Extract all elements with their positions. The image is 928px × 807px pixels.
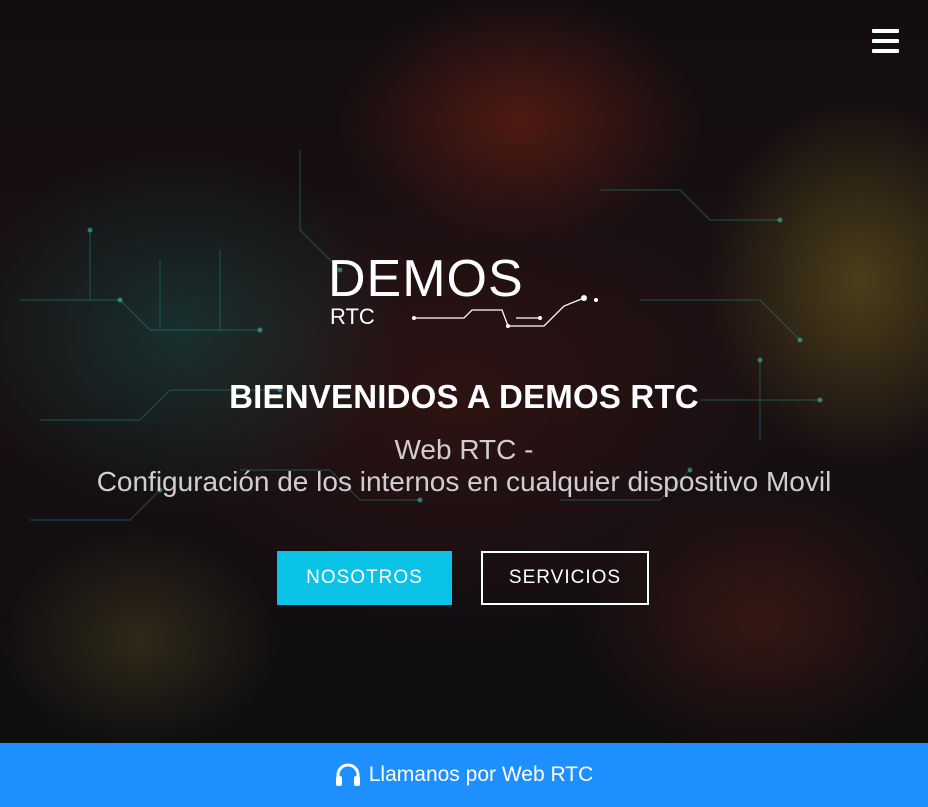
nosotros-button[interactable]: NOSOTROS [277, 551, 452, 605]
hero-section: DEMOS RTC BIENVENIDOS A DEMOS RTC Web RT… [0, 0, 928, 743]
demos-rtc-logo: DEMOS RTC [328, 250, 598, 329]
hero-background-circuit [20, 150, 823, 521]
logo-sub-text: RTC [330, 304, 375, 329]
subtitle-line-2: Configuración de los internos en cualqui… [96, 466, 832, 497]
page-title: BIENVENIDOS A DEMOS RTC [229, 378, 699, 415]
logo-main-text: DEMOS [328, 250, 524, 308]
servicios-button[interactable]: SERVICIOS [481, 551, 649, 605]
hamburger-menu-icon[interactable] [872, 29, 899, 53]
subtitle-line-1: Web RTC - [394, 434, 534, 465]
headphones-icon [335, 763, 360, 786]
call-web-rtc-bar[interactable]: Llamanos por Web RTC [0, 743, 928, 807]
call-web-rtc-label: Llamanos por Web RTC [368, 763, 594, 786]
